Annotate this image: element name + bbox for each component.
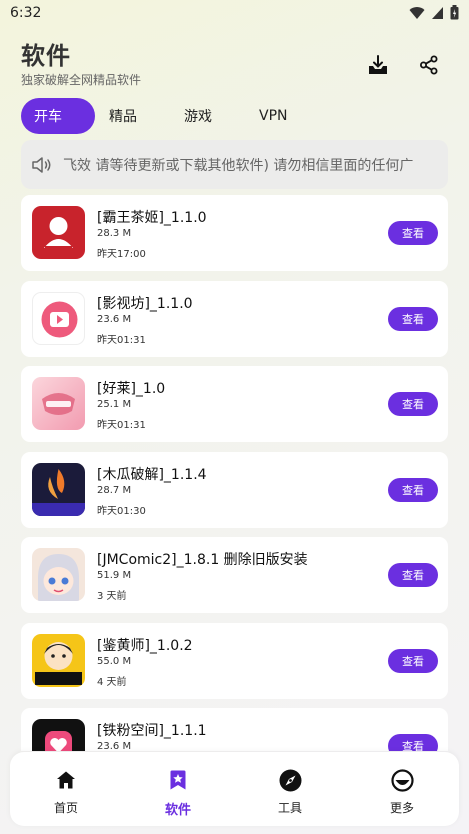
app-name: [铁粉空间]_1.1.1 — [97, 723, 207, 739]
nav-tools[interactable]: 工具 — [250, 752, 330, 826]
app-size: 23.6 M — [97, 741, 132, 751]
app-icon-yingshifang — [32, 291, 85, 345]
app-card[interactable]: [JMComic2]_1.8.1 删除旧版安装 51.9 M 3 天前 查看 — [21, 537, 448, 613]
view-button[interactable]: 查看 — [388, 563, 438, 587]
nav-label: 首页 — [53, 801, 78, 815]
app-time: 昨天17:00 — [97, 249, 146, 260]
share-icon — [420, 55, 438, 75]
view-button[interactable]: 查看 — [388, 306, 438, 331]
tab-jingpin[interactable]: 精品 — [109, 98, 137, 134]
bottom-nav: 首页 软件 工具 更多 — [10, 752, 459, 826]
wifi-icon — [409, 6, 425, 19]
app-size: 23.6 M — [97, 313, 132, 325]
app-time: 昨天01:30 — [97, 505, 146, 517]
category-tabs: 开车 精品 游戏 VPN — [21, 97, 449, 135]
status-bar: 6:32 — [0, 0, 469, 28]
app-list: [霸王茶姬]_1.1.0 28.3 M 昨天17:00 查看 [影视坊]_1.1… — [21, 195, 448, 751]
smile-icon — [390, 768, 414, 792]
app-name: [鉴黄师]_1.0.2 — [97, 637, 193, 654]
page-subtitle: 独家破解全网精品软件 — [21, 73, 142, 87]
nav-label: 工具 — [277, 801, 302, 815]
download-button[interactable] — [364, 51, 392, 79]
view-button[interactable]: 查看 — [388, 392, 438, 416]
app-size: 28.3 M — [97, 228, 132, 239]
app-size: 51.9 M — [97, 570, 132, 581]
nav-home[interactable]: 首页 — [26, 752, 106, 826]
compass-icon — [279, 769, 301, 791]
signal-icon — [432, 6, 443, 19]
app-name: [好莱]_1.0 — [97, 381, 166, 397]
app-size: 55.0 M — [97, 655, 132, 667]
status-icons — [409, 5, 459, 20]
header: 软件 独家破解全网精品软件 — [21, 36, 449, 92]
star-bookmark-icon — [170, 770, 186, 790]
app-icon-jianhuangshi — [32, 633, 85, 687]
app-card[interactable]: [影视坊]_1.1.0 23.6 M 昨天01:31 查看 — [21, 280, 448, 357]
view-button[interactable]: 查看 — [388, 734, 438, 751]
app-card[interactable]: [鉴黄师]_1.0.2 55.0 M 4 天前 查看 — [21, 622, 448, 699]
download-icon — [369, 55, 387, 74]
app-icon-mugua — [32, 462, 85, 516]
app-time: 4 天前 — [97, 676, 127, 688]
app-card[interactable]: [铁粉空间]_1.1.1 23.6 M 查看 — [21, 708, 448, 751]
app-name: [霸王茶姬]_1.1.0 — [97, 210, 207, 226]
nav-label: 更多 — [389, 801, 414, 815]
app-icon-jmcomic — [32, 548, 85, 601]
notice-marquee: 飞效 请等待更新或下载其他软件) 请勿相信里面的任何广 — [21, 140, 448, 189]
app-time: 昨天01:31 — [97, 420, 146, 431]
app-card[interactable]: [好莱]_1.0 25.1 M 昨天01:31 查看 — [21, 366, 448, 442]
app-name: [影视坊]_1.1.0 — [97, 295, 193, 312]
app-card[interactable]: [霸王茶姬]_1.1.0 28.3 M 昨天17:00 查看 — [21, 195, 448, 271]
tab-vpn[interactable]: VPN — [259, 98, 288, 134]
app-name: [木瓜破解]_1.1.4 — [97, 466, 207, 483]
nav-label: 软件 — [164, 803, 191, 818]
tab-kaiche[interactable]: 开车 — [21, 98, 95, 134]
nav-software[interactable]: 软件 — [138, 752, 218, 826]
battery-icon — [450, 5, 459, 20]
view-button[interactable]: 查看 — [388, 648, 438, 673]
app-time: 昨天01:31 — [97, 334, 146, 346]
notice-text: 飞效 请等待更新或下载其他软件) 请勿相信里面的任何广 — [63, 157, 414, 174]
home-icon — [57, 771, 75, 789]
app-icon-tiefen — [32, 719, 85, 751]
tab-youxi[interactable]: 游戏 — [184, 98, 212, 134]
speaker-icon — [32, 156, 51, 173]
app-size: 25.1 M — [97, 399, 132, 410]
app-name: [JMComic2]_1.8.1 删除旧版安装 — [97, 552, 308, 568]
app-size: 28.7 M — [97, 484, 132, 496]
app-icon-bawang — [32, 206, 85, 259]
status-time: 6:32 — [10, 5, 42, 21]
app-icon-haolai — [32, 377, 85, 430]
view-button[interactable]: 查看 — [388, 477, 438, 502]
app-time: 3 天前 — [97, 591, 127, 602]
app-card[interactable]: [木瓜破解]_1.1.4 28.7 M 昨天01:30 查看 — [21, 451, 448, 528]
view-button[interactable]: 查看 — [388, 221, 438, 245]
share-button[interactable] — [415, 51, 443, 79]
nav-more[interactable]: 更多 — [362, 752, 442, 826]
